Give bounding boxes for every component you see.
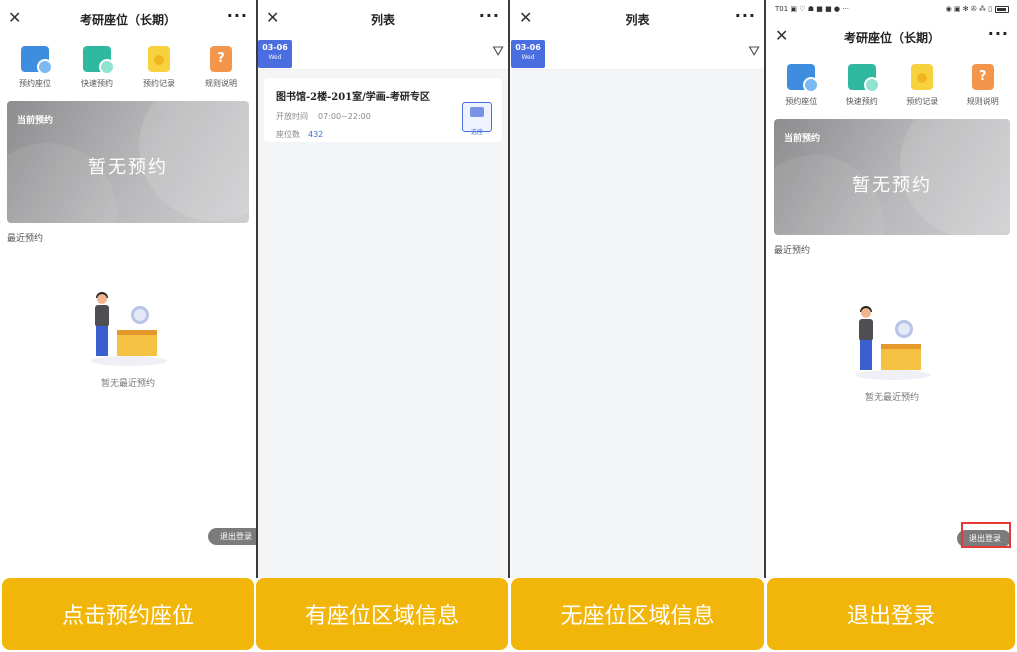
rules-icon: ? [210,46,232,72]
current-booking-card: 当前预约 暂无预约 [7,101,249,223]
booking-record-button[interactable]: 预约记录 [131,46,187,89]
panel-empty-list: ✕ 列表 ··· 03-06 Wed ⛛ [511,0,764,578]
date-weekday: Wed [521,54,535,61]
more-icon[interactable]: ··· [479,6,500,25]
area-card[interactable]: 图书馆-2楼-201室/学画-考研专区 开放时间 07:00~22:00 座位数 4… [264,78,502,142]
date-day: 03-06 [262,43,288,52]
status-left: T01 ▣ ♡ ☗ ■ ■ ● ··· [775,5,849,13]
page-title: 考研座位（长期） [79,12,176,27]
panel-home: ✕ 考研座位（长期） ··· 预约座位 快速预约 预约记录 ? 规则说明 当前预… [0,0,256,578]
quick-booking-button[interactable]: 快速预约 [69,46,125,89]
area-open-time: 开放时间 07:00~22:00 [276,112,371,121]
close-icon[interactable]: ✕ [8,8,21,28]
booking-record-button[interactable]: 预约记录 [894,64,950,107]
seat-booking-button[interactable]: 预约座位 [7,46,63,89]
more-icon[interactable]: ··· [735,6,756,25]
icon-label: 预约座位 [19,79,51,88]
title-bar: ✕ 考研座位（长期） ··· [767,18,1017,56]
battery-icon [995,5,1009,13]
function-icon-row: 预约座位 快速预约 预约记录 ? 规则说明 [767,56,1017,113]
date-tab[interactable]: 03-06 Wed [511,40,545,68]
icon-label: 预约记录 [143,79,175,88]
title-bar: ✕ 考研座位（长期） ··· [0,0,256,38]
recent-booking-title: 最近预约 [774,246,811,256]
caption-book-seat: 点击预约座位 [2,578,254,650]
icon-label: 规则说明 [966,97,999,106]
close-icon[interactable]: ✕ [519,8,532,28]
quick-booking-icon [83,46,115,75]
icon-label: 快速预约 [81,79,113,88]
caption-logout: 退出登录 [767,578,1015,650]
page-title: 考研座位（长期） [843,30,940,45]
close-icon[interactable]: ✕ [266,8,279,28]
icon-label: 预约记录 [906,97,939,106]
pick-seat-button[interactable]: 选座 [462,102,492,136]
divider [508,0,510,578]
caption-no-area: 无座位区域信息 [511,578,764,650]
page-title: 列表 [625,12,650,27]
recent-booking-title: 最近预约 [7,234,44,244]
logout-highlight-box [961,522,1011,548]
quick-booking-icon [847,64,880,93]
status-right: ◉ ▣ ✻ ✇ ⁂ ▯ [946,5,1009,13]
rules-button[interactable]: ? 规则说明 [193,46,249,89]
close-icon[interactable]: ✕ [775,26,788,46]
more-icon[interactable]: ··· [227,6,248,25]
current-booking-label: 当前预约 [17,116,54,126]
function-icon-row: 预约座位 快速预约 预约记录 ? 规则说明 [0,38,256,95]
status-bar: T01 ▣ ♡ ☗ ■ ■ ● ··· ◉ ▣ ✻ ✇ ⁂ ▯ [767,0,1017,18]
empty-illustration [83,292,173,366]
title-bar: ✕ 列表 ··· [258,0,508,38]
current-booking-label: 当前预约 [784,134,821,144]
divider [764,0,766,578]
filter-icon[interactable]: ⛛ [492,44,504,60]
pick-seat-label: 选座 [470,129,483,136]
no-booking-text: 暂无预约 [852,175,932,196]
date-bar: 03-06 Wed ⛛ [511,38,764,70]
seat-booking-icon [787,64,820,93]
panel-area-list: ✕ 列表 ··· 03-06 Wed ⛛ 图书馆-2楼-201室/学画-考研专区… [258,0,508,578]
date-weekday: Wed [268,54,282,61]
area-list: 图书馆-2楼-201室/学画-考研专区 开放时间 07:00~22:00 座位数 4… [258,70,508,578]
tutorial-stage: ✕ 考研座位（长期） ··· 预约座位 快速预约 预约记录 ? 规则说明 当前预… [0,0,1017,652]
empty-illustration [847,306,937,380]
booking-record-icon [148,46,170,72]
seat-icon [470,107,484,117]
area-name: 图书馆-2楼-201室/学画-考研专区 [276,92,430,103]
rules-icon: ? [971,64,994,90]
date-tab[interactable]: 03-06 Wed [258,40,292,68]
quick-booking-button[interactable]: 快速预约 [834,64,890,107]
filter-icon[interactable]: ⛛ [748,44,760,60]
more-icon[interactable]: ··· [988,24,1009,43]
title-bar: ✕ 列表 ··· [511,0,764,38]
current-booking-card: 当前预约 暂无预约 [774,119,1010,235]
icon-label: 规则说明 [205,79,237,88]
booking-record-icon [911,64,934,90]
date-bar: 03-06 Wed ⛛ [258,38,508,70]
caption-has-area: 有座位区域信息 [256,578,508,650]
no-booking-text: 暂无预约 [88,157,168,178]
panel-logout: T01 ▣ ♡ ☗ ■ ■ ● ··· ◉ ▣ ✻ ✇ ⁂ ▯ ✕ 考研座位（长… [767,0,1017,578]
recent-empty-text: 暂无最近预约 [100,379,155,389]
page-title: 列表 [370,12,395,27]
rules-button[interactable]: ? 规则说明 [955,64,1011,107]
icon-label: 快速预约 [845,97,878,106]
seat-booking-icon [21,46,53,75]
area-seat-count: 座位数 432 [276,130,324,139]
date-day: 03-06 [515,43,541,52]
logout-button[interactable]: 退出登录 [208,528,256,545]
icon-label: 预约座位 [785,97,818,106]
area-list [511,70,764,578]
recent-empty-text: 暂无最近预约 [864,393,919,403]
seat-booking-button[interactable]: 预约座位 [773,64,829,107]
